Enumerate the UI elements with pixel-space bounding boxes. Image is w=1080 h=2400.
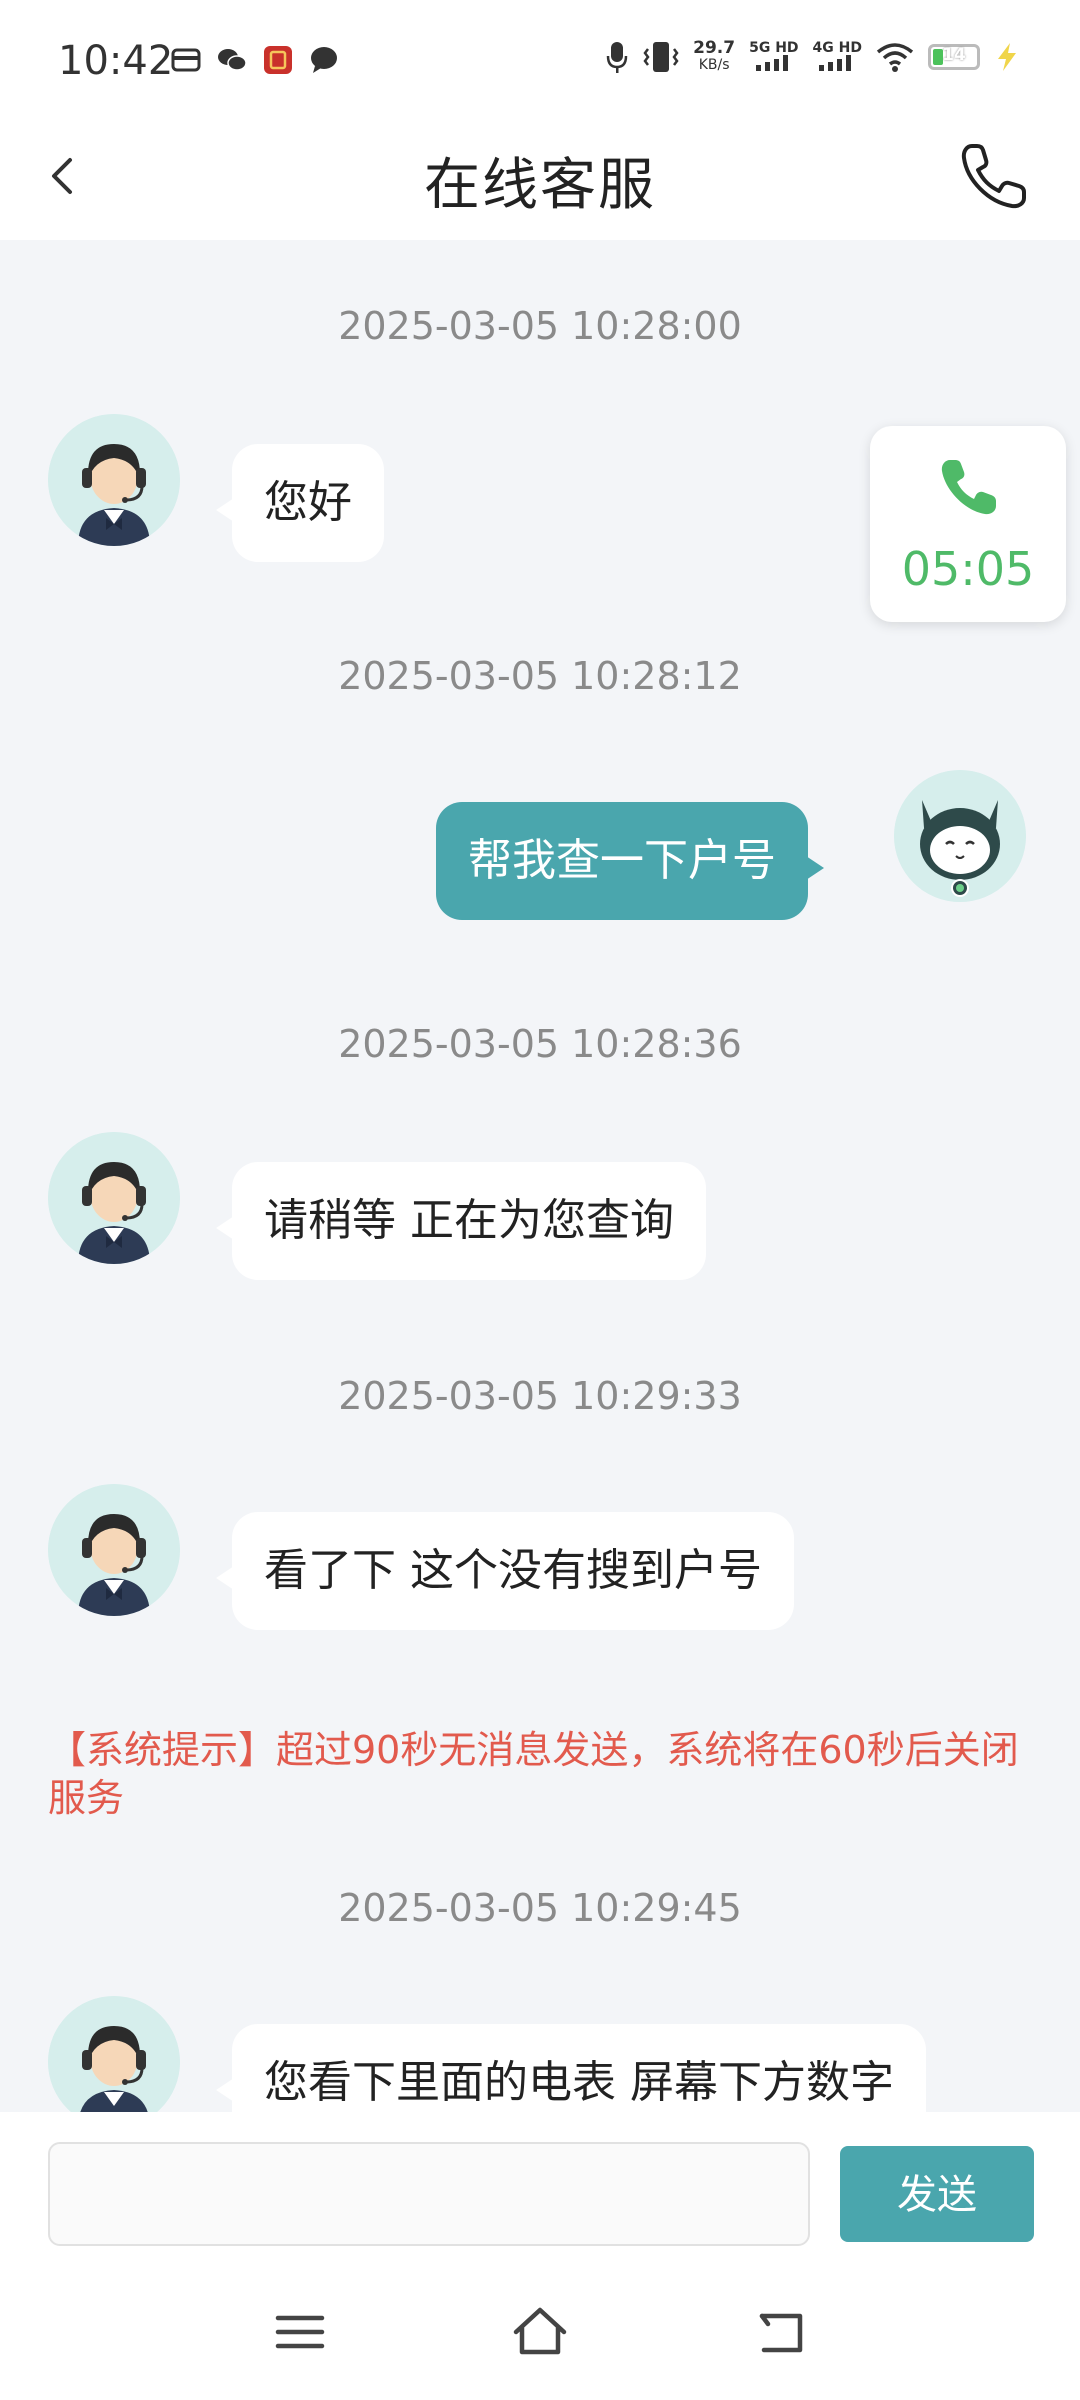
message-input[interactable] [48, 2142, 810, 2246]
agent-message-bubble[interactable]: 您看下里面的电表 屏幕下方数字 [216, 2024, 926, 2112]
wifi-icon [876, 43, 914, 72]
message-timestamp: 2025-03-05 10:28:36 [338, 1022, 742, 1066]
battery-indicator: 14 [928, 44, 980, 70]
back-icon[interactable] [752, 2302, 812, 2362]
agent-avatar[interactable] [48, 1132, 180, 1264]
system-status: 29.7 KB/s 5G HD 4G HD 14 [605, 40, 1020, 74]
wallet-icon [171, 48, 201, 72]
app-badge-icon [264, 46, 292, 74]
message-text: 您好 [264, 477, 352, 528]
charging-icon [998, 43, 1016, 71]
agent-message-bubble[interactable]: 您好 [216, 444, 384, 562]
microphone-icon [606, 42, 628, 73]
sim2-label: 4G HD [812, 39, 862, 56]
call-duration: 05:05 [901, 542, 1035, 596]
sim1-signal: 5G HD [749, 39, 799, 74]
net-speed-unit: KB/s [698, 57, 730, 73]
phone-icon [961, 144, 1026, 209]
status-time: 10:42 [58, 38, 174, 84]
header: 在线客服 [0, 112, 1080, 240]
agent-avatar[interactable] [48, 1996, 180, 2112]
message-text: 您看下里面的电表 屏幕下方数字 [264, 2057, 894, 2108]
system-tip: 【系统提示】超过90秒无消息发送，系统将在60秒后关闭服务 [48, 1728, 1019, 1820]
user-avatar[interactable] [894, 770, 1026, 902]
message-timestamp: 2025-03-05 10:28:00 [338, 304, 742, 348]
navigation-bar [0, 2262, 1080, 2400]
menu-icon[interactable] [270, 2302, 330, 2362]
message-text: 帮我查一下户号 [468, 835, 776, 886]
input-bar: 发送 [0, 2112, 1080, 2262]
sim1-label: 5G HD [749, 39, 799, 56]
agent-avatar-icon [48, 414, 180, 546]
message-icon [311, 47, 337, 73]
message-timestamp: 2025-03-05 10:29:33 [338, 1374, 742, 1418]
message-timestamp: 2025-03-05 10:29:45 [338, 1886, 742, 1930]
agent-message-bubble[interactable]: 请稍等 正在为您查询 [216, 1162, 706, 1280]
vibrate-icon [643, 42, 679, 72]
net-speed: 29.7 KB/s [693, 40, 735, 74]
message-timestamp: 2025-03-05 10:28:12 [338, 654, 742, 698]
agent-avatar-icon [48, 1484, 180, 1616]
user-message-bubble[interactable]: 帮我查一下户号 [436, 802, 824, 920]
phone-icon [941, 460, 996, 515]
call-button[interactable] [958, 140, 1030, 212]
message-text: 请稍等 正在为您查询 [264, 1195, 674, 1246]
agent-message-bubble[interactable]: 看了下 这个没有搜到户号 [216, 1512, 794, 1630]
sim2-signal: 4G HD [813, 41, 862, 74]
net-speed-value: 29.7 [693, 38, 736, 58]
battery-level: 14 [942, 45, 966, 65]
notification-icons [170, 44, 340, 76]
user-avatar-icon [894, 770, 1026, 902]
send-button[interactable]: 发送 [840, 2146, 1034, 2242]
message-text: 看了下 这个没有搜到户号 [264, 1545, 762, 1596]
page-title: 在线客服 [424, 153, 656, 218]
status-bar: 10:42 29.7 KB/s 5G HD 4G HD 14 [0, 0, 1080, 112]
agent-avatar[interactable] [48, 414, 180, 546]
home-icon[interactable] [510, 2302, 570, 2362]
agent-avatar-icon [48, 1996, 180, 2112]
agent-avatar[interactable] [48, 1484, 180, 1616]
agent-avatar-icon [48, 1132, 180, 1264]
wechat-icon [218, 49, 247, 71]
call-duration-widget[interactable]: 05:05 [870, 426, 1066, 622]
signal-bars-icon [819, 54, 852, 71]
signal-bars-icon [755, 54, 788, 71]
